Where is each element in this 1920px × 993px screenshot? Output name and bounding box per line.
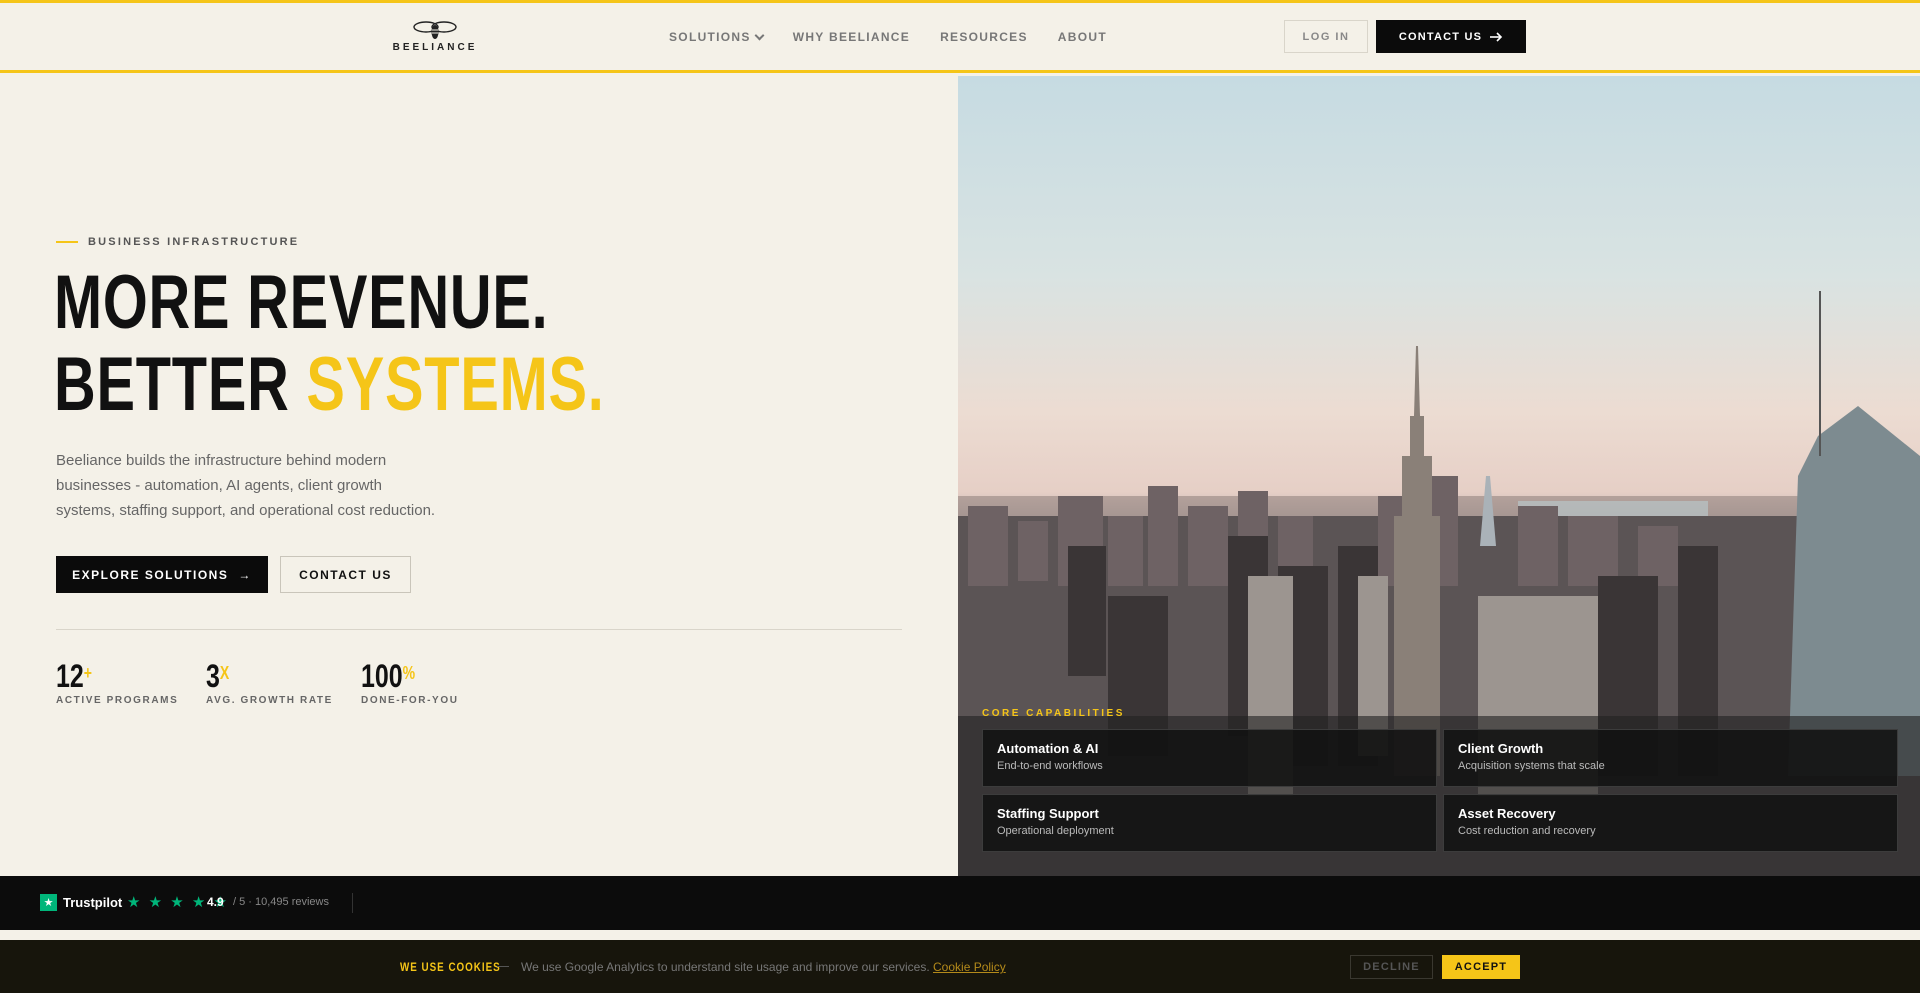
nav-why-beeliance[interactable]: WHY BEELIANCE — [793, 30, 910, 44]
decline-label: DECLINE — [1363, 961, 1420, 973]
trustpilot-bar: ★ Trustpilot ★ ★ ★ ★ ★ 4.9 / 5 · 10,495 … — [0, 876, 1920, 930]
login-button[interactable]: LOG IN — [1284, 20, 1368, 53]
stat-value: 100% — [361, 659, 415, 693]
headline-line-2-accent: SYSTEMS. — [306, 342, 605, 427]
trustpilot-name[interactable]: Trustpilot — [63, 895, 122, 910]
hero-headline: MORE REVENUE. BETTER SYSTEMS. — [54, 262, 605, 426]
trustpilot-star-icon: ★ — [40, 894, 57, 911]
capability-subtitle: Acquisition systems that scale — [1458, 760, 1605, 772]
headline-line-2-prefix: BETTER — [54, 342, 307, 427]
cookie-banner: WE USE COOKIES We use Google Analytics t… — [0, 940, 1920, 993]
stat-suffix: + — [83, 663, 92, 683]
capability-title: Client Growth — [1458, 741, 1544, 756]
hero-section: BUSINESS INFRASTRUCTURE MORE REVENUE. BE… — [0, 76, 958, 876]
explore-solutions-label: EXPLORE SOLUTIONS — [72, 567, 229, 582]
capability-subtitle: Cost reduction and recovery — [1458, 825, 1596, 837]
cookie-policy-link[interactable]: Cookie Policy — [933, 960, 1006, 974]
arrow-right-icon — [1490, 31, 1503, 42]
capability-title: Staffing Support — [997, 806, 1099, 821]
login-button-label: LOG IN — [1302, 30, 1350, 43]
contact-us-button-label: CONTACT US — [1398, 30, 1483, 43]
cookie-decline-button[interactable]: DECLINE — [1350, 955, 1433, 979]
explore-solutions-button[interactable]: EXPLORE SOLUTIONS → — [56, 556, 268, 593]
nav-solutions[interactable]: SOLUTIONS — [669, 30, 765, 44]
logo[interactable]: BEELIANCE — [392, 19, 478, 59]
cookie-dash — [497, 966, 509, 967]
stats-divider — [56, 629, 902, 630]
headline-line-1: MORE REVENUE. — [54, 260, 549, 345]
capability-title: Asset Recovery — [1458, 806, 1556, 821]
stat-label: DONE-FOR-YOU — [361, 695, 459, 706]
nav-about[interactable]: ABOUT — [1058, 30, 1107, 44]
nav-solutions-label: SOLUTIONS — [669, 30, 751, 44]
divider — [352, 893, 353, 913]
bee-icon — [413, 21, 457, 39]
capability-title: Automation & AI — [997, 741, 1099, 756]
section-gap — [0, 930, 1920, 940]
eyebrow-text: BUSINESS INFRASTRUCTURE — [88, 236, 300, 248]
contact-us-button[interactable]: CONTACT US — [1376, 20, 1526, 53]
cookie-title: WE USE COOKIES — [400, 960, 501, 974]
stat-suffix: % — [402, 663, 416, 683]
cookie-message: We use Google Analytics to understand si… — [521, 960, 930, 974]
stat-label: ACTIVE PROGRAMS — [56, 695, 179, 706]
stat-number: 12 — [56, 658, 84, 694]
cookie-accept-button[interactable]: ACCEPT — [1442, 955, 1520, 979]
core-capabilities-label: CORE CAPABILITIES — [982, 708, 1125, 719]
stat-value: 3X — [206, 659, 229, 693]
stat-value: 12+ — [56, 659, 92, 693]
hero-lead: Beeliance builds the infrastructure behi… — [56, 452, 436, 519]
capability-card-client-growth[interactable]: Client Growth Acquisition systems that s… — [1443, 729, 1898, 787]
chevron-down-icon — [754, 30, 765, 40]
stat-active-programs: 12+ ACTIVE PROGRAMS — [56, 659, 178, 706]
hero-eyebrow: BUSINESS INFRASTRUCTURE — [56, 236, 299, 248]
stat-label: AVG. GROWTH RATE — [206, 695, 333, 706]
capability-card-staffing[interactable]: Staffing Support Operational deployment — [982, 794, 1437, 852]
main-nav: SOLUTIONS WHY BEELIANCE RESOURCES ABOUT — [669, 30, 1107, 44]
hero-contact-label: CONTACT US — [299, 567, 392, 582]
capability-card-automation[interactable]: Automation & AI End-to-end workflows — [982, 729, 1437, 787]
capability-card-asset-recovery[interactable]: Asset Recovery Cost reduction and recove… — [1443, 794, 1898, 852]
stat-number: 3 — [206, 658, 220, 694]
accept-label: ACCEPT — [1454, 961, 1508, 973]
nav-why-beeliance-label: WHY BEELIANCE — [792, 30, 911, 44]
stat-suffix: X — [219, 663, 230, 683]
arrow-right-icon: → — [238, 567, 252, 582]
cookie-text: We use Google Analytics to understand si… — [521, 960, 1006, 974]
logo-text: BEELIANCE — [392, 42, 478, 53]
review-count: / 5 · 10,495 reviews — [233, 896, 329, 908]
capability-subtitle: Operational deployment — [997, 825, 1114, 837]
rating-score: 4.9 — [207, 895, 224, 909]
site-header: BEELIANCE SOLUTIONS WHY BEELIANCE RESOUR… — [0, 3, 1920, 73]
nav-resources-label: RESOURCES — [940, 30, 1028, 44]
stat-number: 100 — [361, 658, 403, 694]
stat-growth-rate: 3X AVG. GROWTH RATE — [206, 659, 333, 706]
nav-resources[interactable]: RESOURCES — [940, 30, 1028, 44]
capability-subtitle: End-to-end workflows — [997, 760, 1103, 772]
hero-contact-button[interactable]: CONTACT US — [280, 556, 411, 593]
stat-done-for-you: 100% DONE-FOR-YOU — [361, 659, 459, 706]
eyebrow-line — [56, 241, 78, 243]
nav-about-label: ABOUT — [1057, 30, 1107, 44]
